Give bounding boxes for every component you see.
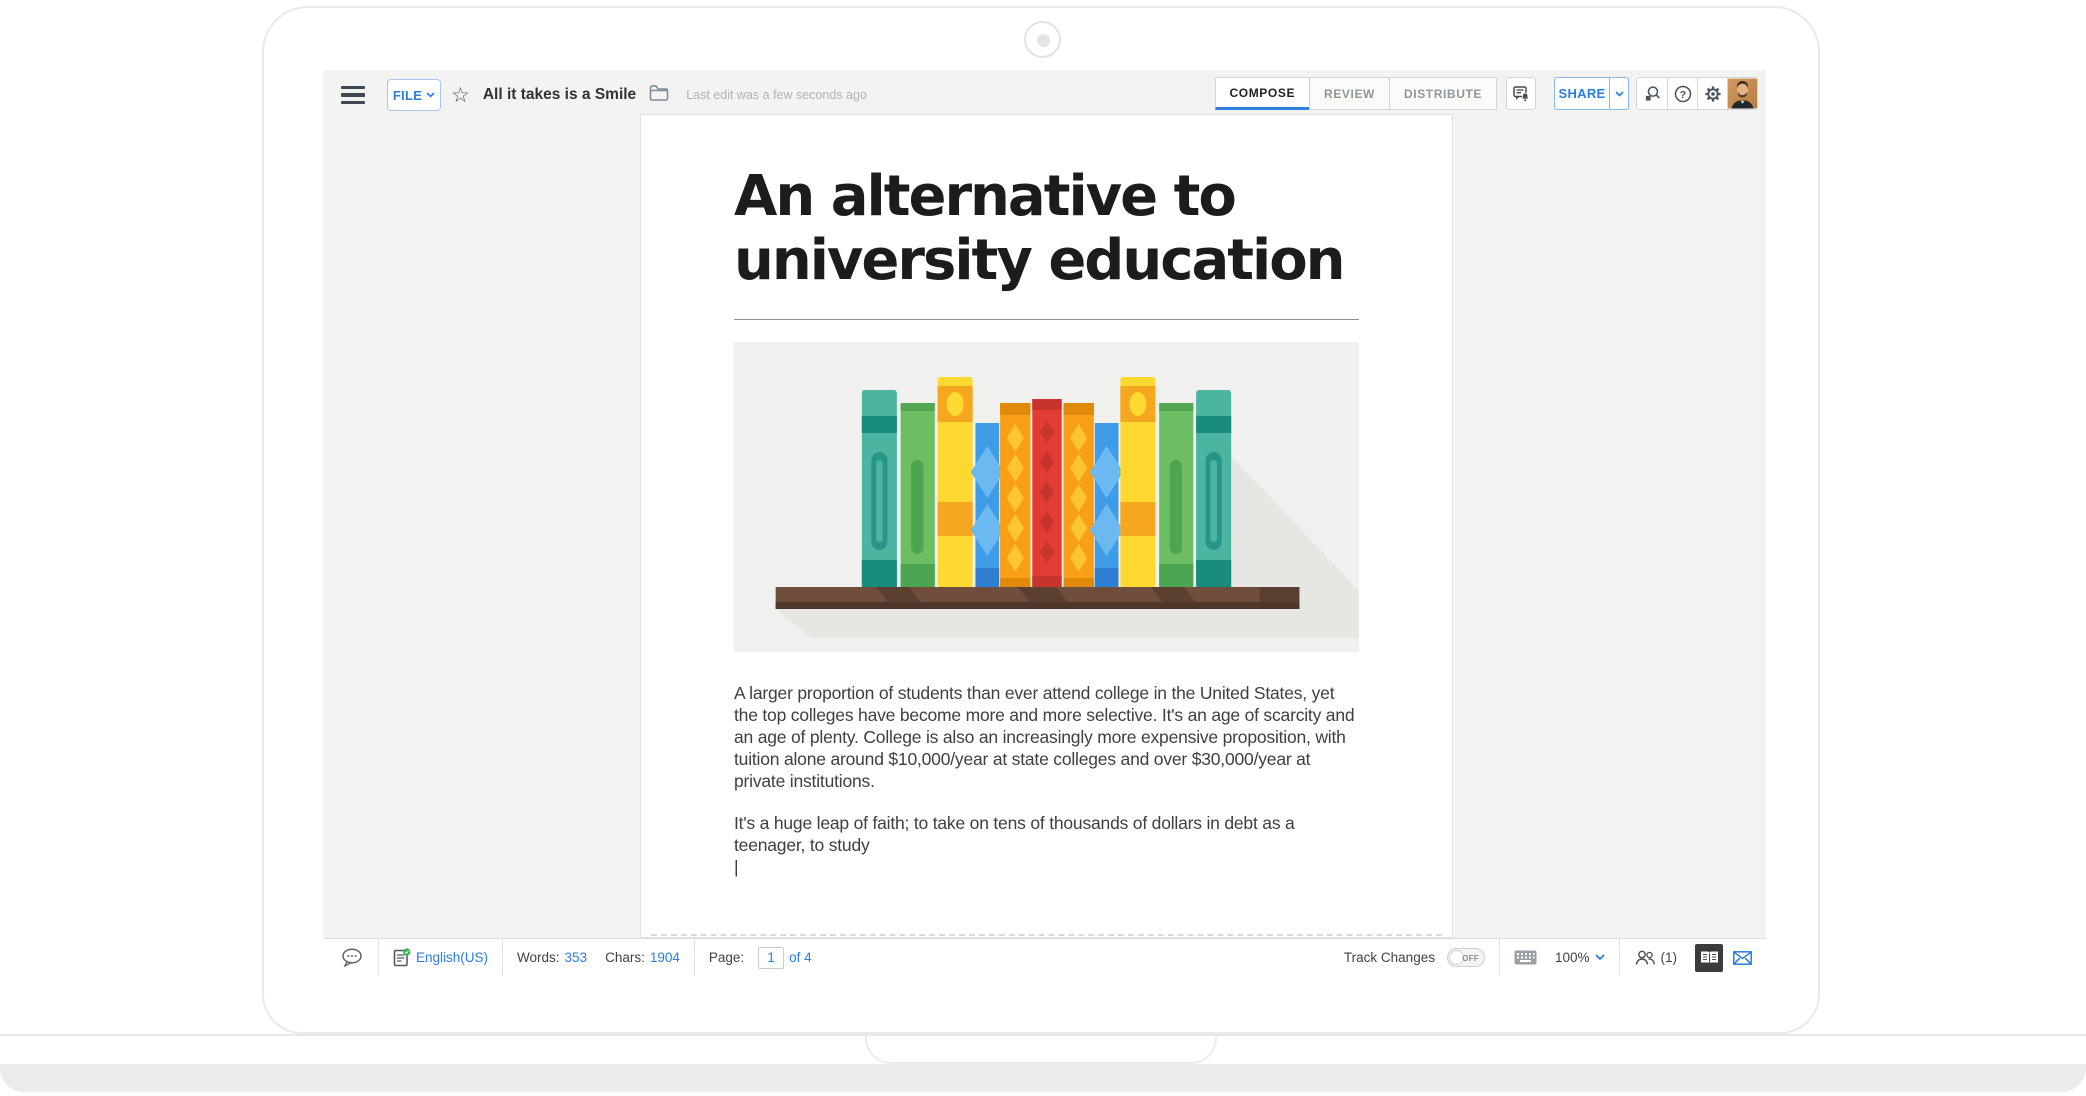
chevron-down-icon <box>426 92 435 98</box>
page-total: of 4 <box>789 950 812 965</box>
search-button[interactable] <box>1637 78 1667 109</box>
toggle-state-label: OFF <box>1462 954 1479 963</box>
search-icon <box>1645 86 1660 101</box>
folder-icon[interactable] <box>649 84 669 106</box>
keyboard-icon <box>1514 950 1537 965</box>
collaborators-count: (1) <box>1660 950 1678 965</box>
help-icon: ? <box>1674 85 1691 102</box>
words-label: Words: <box>517 950 560 965</box>
status-right: Track Changes OFF 100% (1) <box>1330 939 1766 976</box>
document-illustration[interactable] <box>734 342 1359 652</box>
chars-label: Chars: <box>605 950 645 965</box>
paragraph-1[interactable]: A larger proportion of students than eve… <box>734 682 1359 792</box>
open-book-icon <box>1700 951 1718 965</box>
writer-app-window: FILE ☆ All it takes is a Smile Last edit… <box>323 70 1766 976</box>
laptop-screen-bezel: FILE ☆ All it takes is a Smile Last edit… <box>262 6 1820 1034</box>
text-cursor: | <box>734 857 739 877</box>
document-heading[interactable]: An alternative to university education <box>734 165 1359 293</box>
keyboard-shortcuts-button[interactable] <box>1500 939 1551 976</box>
last-edit-status: Last edit was a few seconds ago <box>686 88 867 102</box>
toolbar-right: COMPOSE REVIEW DISTRIBUTE SHARE ? <box>1214 77 1758 110</box>
spellcheck-page-icon <box>393 948 411 967</box>
zoom-control[interactable]: 100% <box>1551 939 1619 976</box>
chars-value: 1904 <box>649 950 680 965</box>
zoom-value: 100% <box>1554 950 1590 965</box>
help-button[interactable]: ? <box>1667 78 1697 109</box>
status-bar: English(US) Words: 353 Chars: 1904 Page:… <box>323 938 1766 976</box>
user-avatar[interactable] <box>1727 78 1757 109</box>
page-number-input[interactable]: 1 <box>758 946 785 969</box>
tab-review[interactable]: REVIEW <box>1309 77 1390 110</box>
feedback-button[interactable] <box>1727 939 1758 976</box>
tab-distribute[interactable]: DISTRIBUTE <box>1389 77 1497 110</box>
share-dropdown-button[interactable] <box>1609 78 1628 109</box>
laptop-camera <box>1024 21 1061 58</box>
gear-icon <box>1704 85 1721 102</box>
camera-lens-dot <box>1037 34 1050 47</box>
settings-button[interactable] <box>1697 78 1727 109</box>
utility-icon-group: ? <box>1636 77 1758 110</box>
menu-icon[interactable] <box>341 85 365 105</box>
document-page[interactable]: An alternative to university education A… <box>640 114 1453 938</box>
laptop-lid-notch <box>865 1036 1217 1064</box>
svg-text:?: ? <box>1679 89 1685 101</box>
mode-tabs: COMPOSE REVIEW DISTRIBUTE <box>1214 77 1497 110</box>
people-icon <box>1635 950 1655 965</box>
share-button[interactable]: SHARE <box>1555 78 1609 109</box>
status-left: English(US) Words: 353 Chars: 1904 Page:… <box>323 939 826 976</box>
language-label: English(US) <box>416 950 489 965</box>
word-count[interactable]: Words: 353 Chars: 1904 <box>503 939 694 976</box>
language-selector[interactable]: English(US) <box>379 939 502 976</box>
comment-bubble-icon <box>342 948 362 967</box>
toolbar-left: FILE ☆ All it takes is a Smile Last edit… <box>341 70 867 120</box>
file-menu-label: FILE <box>392 87 423 103</box>
file-menu-button[interactable]: FILE <box>387 79 441 111</box>
laptop-base <box>0 1064 2086 1092</box>
track-changes: Track Changes OFF <box>1330 939 1499 976</box>
heading-rule <box>734 319 1359 320</box>
page-navigator: Page: 1 of 4 <box>695 939 826 976</box>
words-value: 353 <box>564 950 588 965</box>
envelope-icon <box>1733 950 1752 965</box>
chevron-down-icon <box>1614 90 1624 97</box>
document-title[interactable]: All it takes is a Smile <box>483 86 636 104</box>
comment-bell-icon <box>1512 85 1530 101</box>
comments-button[interactable] <box>341 939 378 976</box>
collaborators-indicator[interactable]: (1) <box>1620 939 1692 976</box>
chevron-down-icon <box>1594 954 1605 961</box>
tab-compose[interactable]: COMPOSE <box>1214 77 1311 110</box>
page-view-button[interactable] <box>1695 943 1723 972</box>
track-changes-label: Track Changes <box>1343 950 1435 965</box>
avatar-photo <box>1728 78 1757 109</box>
share-button-group: SHARE <box>1554 77 1629 110</box>
paragraph-2[interactable]: It's a huge leap of faith; to take on te… <box>734 812 1359 856</box>
track-changes-toggle[interactable]: OFF <box>1446 948 1485 967</box>
page-break-dashes <box>651 934 1442 936</box>
notifications-button[interactable] <box>1506 77 1536 110</box>
page-label: Page: <box>708 950 745 965</box>
favorite-star-icon[interactable]: ☆ <box>451 85 470 106</box>
books-on-shelf-image <box>775 377 1359 638</box>
